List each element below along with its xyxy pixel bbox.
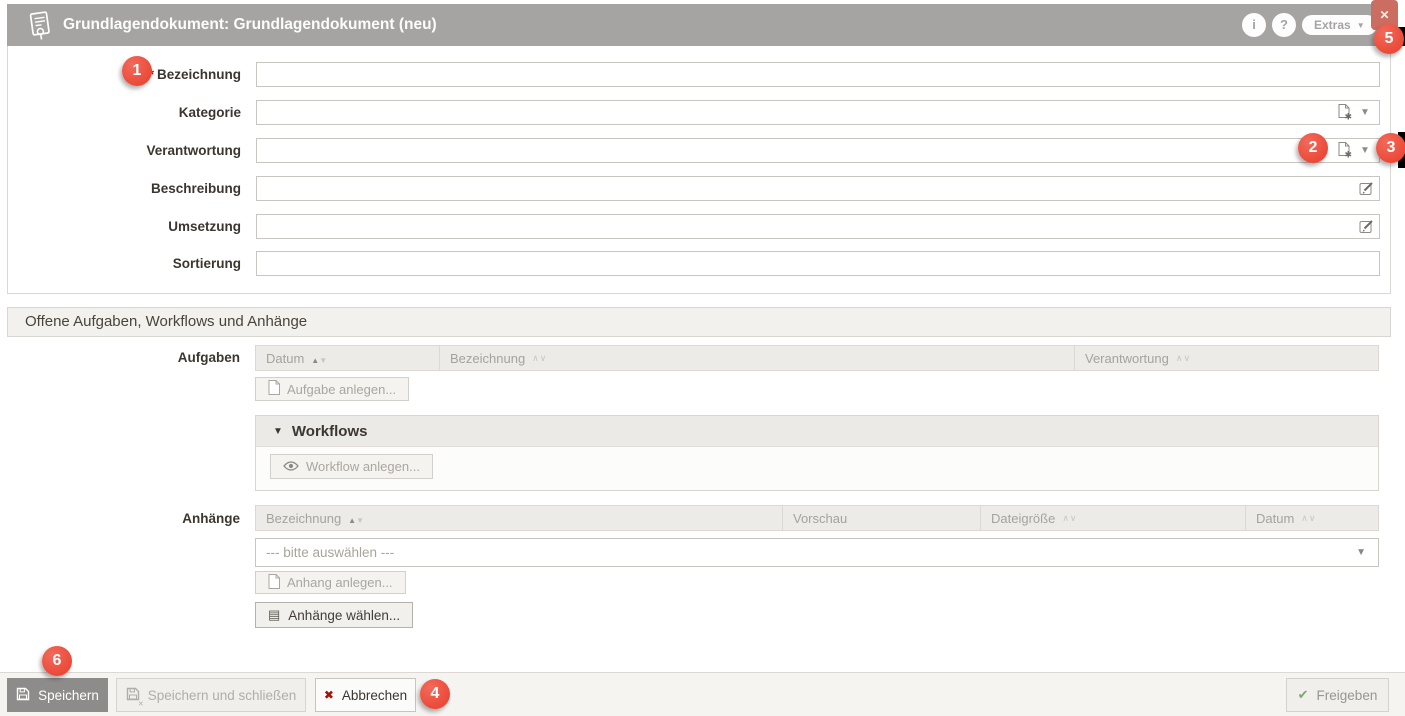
beschreibung-input[interactable]: [256, 176, 1380, 201]
dialog-grundlagendokument: Grundlagendokument: Grundlagendokument (…: [0, 0, 1405, 716]
release-button[interactable]: ✔ Freigeben: [1286, 678, 1389, 712]
list-icon: ▤: [268, 607, 281, 622]
svg-text:✱: ✱: [1345, 150, 1353, 160]
title-bar: Grundlagendokument: Grundlagendokument (…: [7, 4, 1391, 46]
check-icon: ✔: [1297, 687, 1309, 702]
column-header-verantwortung[interactable]: Verantwortung ∧∨: [1075, 345, 1379, 371]
annotation-badge-4: 4: [420, 679, 450, 709]
umsetzung-label: Umsetzung: [168, 219, 241, 234]
column-header-bezeichnung[interactable]: Bezeichnung ▲▼: [255, 505, 783, 531]
save-button[interactable]: Speichern: [7, 678, 108, 712]
aufgaben-table-header: Datum ▲▼ Bezeichnung ∧∨ Verantwortung ∧∨: [255, 345, 1379, 371]
cancel-button[interactable]: ✖ Abbrechen: [315, 678, 416, 712]
column-header-datum[interactable]: Datum ▲▼: [255, 345, 440, 371]
workflows-title: Workflows: [291, 422, 368, 440]
svg-text:✱: ✱: [1345, 112, 1353, 122]
select-placeholder: --- bitte auswählen ---: [266, 545, 395, 560]
edit-icon[interactable]: [1359, 218, 1375, 239]
field-row-bezeichnung: *Bezeichnung: [8, 62, 1390, 87]
select-caret-icon: ▼: [1356, 547, 1366, 558]
anhaenge-waehlen-button[interactable]: ▤ Anhänge wählen...: [255, 602, 414, 628]
column-header-dateigroesse[interactable]: Dateigröße ∧∨: [981, 505, 1246, 531]
sort-icons: ∧∨: [1062, 512, 1078, 523]
anhang-select[interactable]: --- bitte auswählen --- ▼: [255, 538, 1379, 567]
kategorie-label: Kategorie: [178, 105, 241, 120]
sort-icons: ▲▼: [348, 511, 364, 526]
form-panel: *Bezeichnung Kategorie ✱ ▼ Verantwortung…: [7, 46, 1391, 294]
umsetzung-input[interactable]: [256, 214, 1380, 239]
verantwortung-input[interactable]: [256, 138, 1380, 163]
workflows-panel: ▼ Workflows Workflow anlegen...: [255, 415, 1379, 491]
sort-icons: ▲▼: [311, 351, 327, 366]
sortierung-input[interactable]: [256, 251, 1380, 276]
sortierung-label: Sortierung: [172, 256, 241, 271]
column-header-vorschau: Vorschau: [783, 505, 981, 531]
field-row-kategorie: Kategorie ✱ ▼: [8, 100, 1390, 125]
anhang-anlegen-button[interactable]: Anhang anlegen...: [255, 571, 406, 594]
annotation-badge-1: 1: [122, 56, 152, 86]
page-icon: [268, 573, 280, 592]
workflows-collapse-header[interactable]: ▼ Workflows: [256, 416, 1378, 447]
aufgaben-label: Aufgaben: [177, 350, 240, 365]
dropdown-caret-icon[interactable]: ▼: [1360, 104, 1370, 121]
kategorie-input[interactable]: [256, 100, 1380, 125]
bezeichnung-input[interactable]: [256, 62, 1380, 87]
floppy-icon: [16, 687, 30, 704]
sort-icons: ∧∨: [532, 352, 548, 363]
eye-icon: [283, 459, 299, 474]
footer-action-bar: Speichern Speichern und schließen ✖ Abbr…: [0, 672, 1405, 716]
annotation-badge-2: 2: [1298, 133, 1328, 163]
help-icon[interactable]: ?: [1272, 13, 1296, 37]
save-and-close-button[interactable]: Speichern und schließen: [116, 678, 306, 712]
sort-asc-icon: ▲: [348, 515, 357, 525]
dropdown-caret-icon[interactable]: ▼: [1360, 142, 1370, 159]
extras-label: Extras: [1314, 18, 1351, 32]
edit-icon[interactable]: [1359, 180, 1375, 201]
collapse-caret-icon: ▼: [273, 425, 283, 437]
annotation-badge-6: 6: [42, 646, 72, 676]
verantwortung-label: Verantwortung: [146, 143, 241, 158]
cancel-x-icon: ✖: [323, 688, 334, 702]
new-entry-icon[interactable]: ✱: [1338, 142, 1353, 164]
column-header-bezeichnung[interactable]: Bezeichnung ∧∨: [440, 345, 1075, 371]
field-row-sortierung: Sortierung: [8, 251, 1390, 276]
anhaenge-label: Anhänge: [182, 511, 240, 526]
sort-desc-icon: ▼: [356, 515, 365, 525]
sort-icons: ∧∨: [1175, 352, 1192, 363]
info-icon[interactable]: i: [1242, 13, 1266, 37]
section-header: Offene Aufgaben, Workflows und Anhänge: [7, 307, 1391, 337]
document-icon: [27, 10, 53, 46]
field-row-umsetzung: Umsetzung: [8, 214, 1390, 239]
field-row-beschreibung: Beschreibung: [8, 176, 1390, 201]
annotation-badge-5: 5: [1374, 24, 1404, 54]
sort-icons: ∧∨: [1301, 512, 1317, 523]
new-entry-icon[interactable]: ✱: [1338, 104, 1353, 126]
chevron-down-icon: ▼: [1356, 20, 1365, 30]
sort-desc-icon: ▼: [319, 355, 328, 365]
aufgabe-anlegen-button[interactable]: Aufgabe anlegen...: [255, 377, 410, 401]
extras-button[interactable]: Extras ▼: [1302, 15, 1377, 35]
beschreibung-label: Beschreibung: [150, 181, 241, 196]
floppy-close-icon: [126, 687, 144, 708]
annotation-badge-3: 3: [1376, 133, 1405, 163]
field-row-verantwortung: Verantwortung ✱ ▼: [8, 138, 1390, 163]
column-header-datum[interactable]: Datum ∧∨: [1246, 505, 1379, 531]
workflow-anlegen-button[interactable]: Workflow anlegen...: [270, 454, 433, 479]
anhaenge-table-header: Bezeichnung ▲▼ Vorschau Dateigröße ∧∨ Da…: [255, 505, 1379, 531]
page-icon: [268, 380, 280, 398]
page-title: Grundlagendokument: Grundlagendokument (…: [63, 16, 437, 33]
